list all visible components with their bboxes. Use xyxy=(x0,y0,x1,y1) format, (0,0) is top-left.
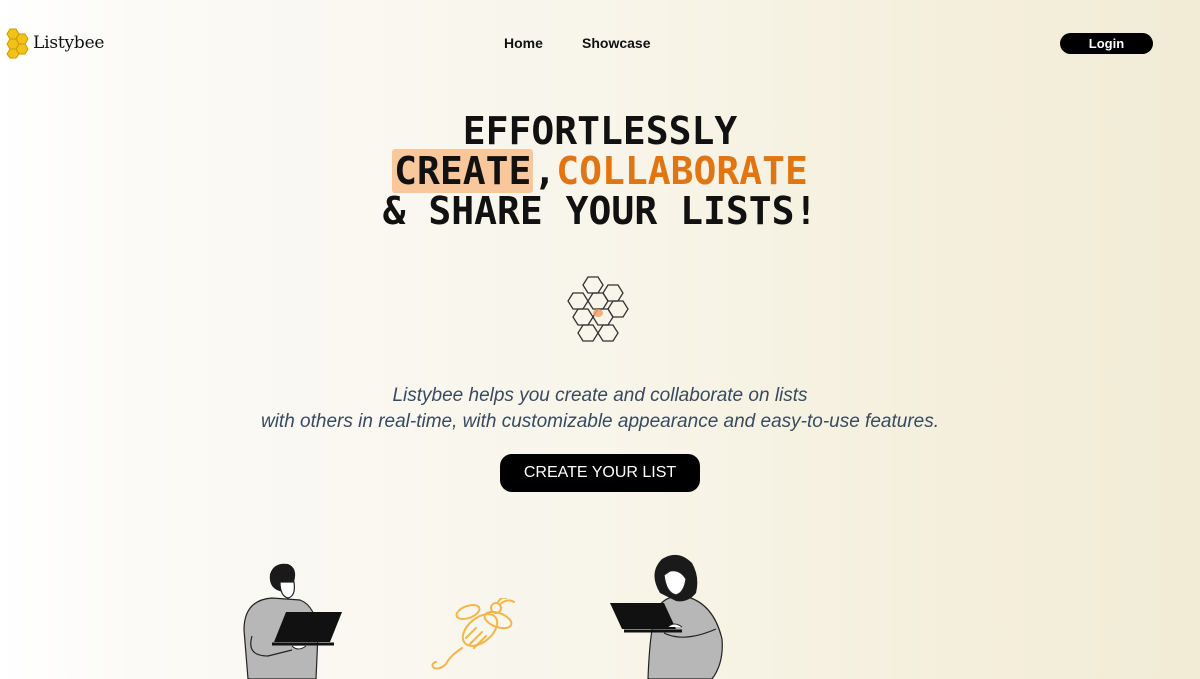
honeycomb-icon xyxy=(567,276,629,342)
headline-line-1: EFFORTLESSLY xyxy=(462,109,738,153)
top-navbar: Listybee Home Showcase Login xyxy=(0,0,1200,86)
highlight-collaborate: COLLABORATE xyxy=(556,149,808,193)
headline-line-2: CREATE,COLLABORATE xyxy=(0,149,1200,193)
create-list-button[interactable]: CREATE YOUR LIST xyxy=(500,454,700,492)
brand[interactable]: Listybee xyxy=(2,27,104,59)
login-button[interactable]: Login xyxy=(1060,33,1153,54)
subtitle-line-2: with others in real-time, with customiza… xyxy=(260,411,939,432)
man-with-laptop-illustration xyxy=(243,563,342,679)
nav-showcase-link[interactable]: Showcase xyxy=(582,35,650,51)
hero-subtitle: Listybee helps you create and collaborat… xyxy=(0,383,1200,435)
nav-home-link[interactable]: Home xyxy=(504,35,543,51)
highlight-create: CREATE xyxy=(392,149,534,193)
brand-name: Listybee xyxy=(33,33,105,53)
honeycomb-logo-icon xyxy=(6,28,29,59)
bee-illustration xyxy=(431,598,515,670)
headline-comma: , xyxy=(533,149,557,193)
woman-with-laptop-illustration xyxy=(610,554,723,679)
hero-headline: EFFORTLESSLY CREATE,COLLABORATE & SHARE … xyxy=(0,111,1200,231)
headline-line-3: & SHARE YOUR LISTS! xyxy=(382,189,818,233)
subtitle-line-1: Listybee helps you create and collaborat… xyxy=(392,385,808,406)
